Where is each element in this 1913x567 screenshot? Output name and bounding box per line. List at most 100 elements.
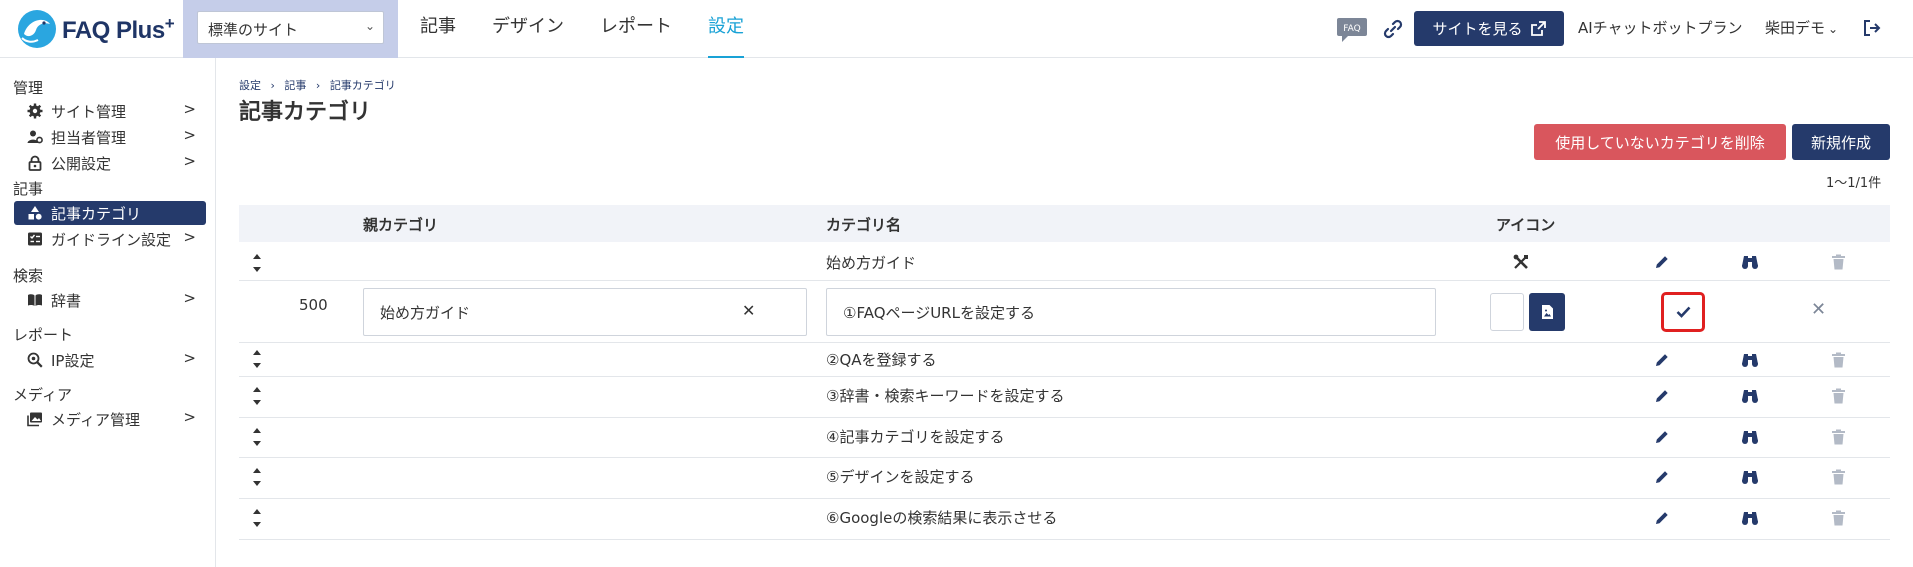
category-name-input[interactable]: ①FAQページURLを設定する <box>826 288 1436 336</box>
gear-icon <box>26 102 44 120</box>
sort-up-icon[interactable] <box>253 387 261 392</box>
trash-icon[interactable] <box>1828 508 1848 528</box>
sort-handle[interactable] <box>253 468 263 486</box>
edit-pencil-icon[interactable] <box>1652 350 1672 370</box>
result-count: 1〜1/1件 <box>1826 176 1882 191</box>
edit-pencil-icon[interactable] <box>1652 252 1672 272</box>
breadcrumb: 設定 › 記事 › 記事カテゴリ <box>239 77 402 93</box>
sort-down-icon[interactable] <box>253 363 261 368</box>
binoculars-icon[interactable] <box>1740 427 1760 447</box>
breadcrumb-separator: › <box>315 79 321 92</box>
sort-down-icon[interactable] <box>253 481 261 486</box>
edit-pencil-icon[interactable] <box>1652 508 1672 528</box>
table-row-editing: 500 始め方ガイド ✕ ①FAQページURLを設定する ✕ <box>239 281 1890 343</box>
order-value: 500 <box>299 296 328 314</box>
page-title: 記事カテゴリ <box>239 100 372 125</box>
sidebar-item-label: ガイドライン設定 <box>51 230 172 249</box>
view-site-button[interactable]: サイトを見る <box>1414 11 1564 46</box>
sort-down-icon[interactable] <box>253 267 261 272</box>
cancel-edit-icon[interactable]: ✕ <box>1811 299 1826 320</box>
binoculars-icon[interactable] <box>1740 252 1760 272</box>
breadcrumb-current: 記事カテゴリ <box>329 79 396 92</box>
faqplus-logo[interactable]: FAQ Plus+ <box>16 6 176 52</box>
checklist-icon <box>26 230 44 248</box>
sidebar-item-publish-settings[interactable]: 公開設定 > <box>14 151 206 175</box>
column-header-icon: アイコン <box>1496 216 1556 234</box>
chevron-right-icon: > <box>183 228 196 246</box>
top-header: FAQ Plus+ 標準のサイト ⌄ 記事 デザイン レポート 設定 FAQ サ… <box>0 0 1913 58</box>
sort-handle[interactable] <box>253 350 263 368</box>
sidebar-item-media-management[interactable]: メディア管理 > <box>14 407 206 431</box>
sort-up-icon[interactable] <box>253 509 261 514</box>
tools-icon <box>1511 252 1531 272</box>
category-name: ④記事カテゴリを設定する <box>826 428 1005 446</box>
chevron-right-icon: > <box>183 408 196 426</box>
category-name: ⑤デザインを設定する <box>826 468 975 486</box>
table-row: ⑥Googleの検索結果に表示させる <box>239 499 1890 540</box>
edit-pencil-icon[interactable] <box>1652 386 1672 406</box>
magnify-gear-icon <box>26 351 44 369</box>
icon-preview <box>1490 293 1524 331</box>
nav-articles[interactable]: 記事 <box>420 0 456 58</box>
sidebar-item-article-category[interactable]: 記事カテゴリ <box>14 201 206 225</box>
sidebar-item-site-management[interactable]: サイト管理 > <box>14 99 206 123</box>
sort-handle[interactable] <box>253 387 263 405</box>
table-row: 始め方ガイド <box>239 242 1890 281</box>
chevron-right-icon: > <box>183 152 196 170</box>
nav-settings[interactable]: 設定 <box>708 0 744 58</box>
sort-handle[interactable] <box>253 509 263 527</box>
trash-icon[interactable] <box>1828 467 1848 487</box>
binoculars-icon[interactable] <box>1740 508 1760 528</box>
images-icon <box>26 410 44 428</box>
trash-icon[interactable] <box>1828 427 1848 447</box>
sidebar-item-label: サイト管理 <box>51 102 127 121</box>
link-icon[interactable] <box>1382 18 1404 40</box>
sidebar-item-label: メディア管理 <box>51 410 140 429</box>
sort-up-icon[interactable] <box>253 468 261 473</box>
sidebar-item-ip-settings[interactable]: IP設定 > <box>14 348 206 372</box>
chevron-down-icon: ⌄ <box>1828 22 1839 36</box>
icon-picker-button[interactable] <box>1529 293 1565 331</box>
edit-pencil-icon[interactable] <box>1652 467 1672 487</box>
user-menu[interactable]: 柴田デモ ⌄ <box>1765 17 1838 38</box>
sidebar-item-label: 辞書 <box>51 291 82 310</box>
breadcrumb-settings[interactable]: 設定 <box>239 79 261 92</box>
nav-report[interactable]: レポート <box>600 0 672 58</box>
trash-icon[interactable] <box>1828 350 1848 370</box>
breadcrumb-articles[interactable]: 記事 <box>284 79 306 92</box>
logout-icon[interactable] <box>1862 18 1882 38</box>
binoculars-icon[interactable] <box>1740 467 1760 487</box>
edit-pencil-icon[interactable] <box>1652 427 1672 447</box>
sort-up-icon[interactable] <box>253 428 261 433</box>
binoculars-icon[interactable] <box>1740 350 1760 370</box>
faq-badge-icon[interactable]: FAQ <box>1336 17 1368 43</box>
binoculars-icon[interactable] <box>1740 386 1760 406</box>
new-category-button[interactable]: 新規作成 <box>1792 124 1890 160</box>
site-select[interactable]: 標準のサイト ⌄ <box>197 11 384 44</box>
sort-handle[interactable] <box>253 254 263 272</box>
confirm-edit-button[interactable] <box>1661 292 1705 332</box>
category-name: ③辞書・検索キーワードを設定する <box>826 387 1065 405</box>
sort-up-icon[interactable] <box>253 254 261 259</box>
sort-down-icon[interactable] <box>253 400 261 405</box>
users-gear-icon <box>26 128 44 146</box>
sidebar-section-manage: 管理 <box>13 79 44 97</box>
parent-category-select[interactable]: 始め方ガイド <box>363 288 807 336</box>
sidebar-item-guideline-settings[interactable]: ガイドライン設定 > <box>14 227 206 251</box>
clear-parent-icon[interactable]: ✕ <box>742 301 755 320</box>
sidebar-item-label: IP設定 <box>51 351 95 370</box>
column-header-name: カテゴリ名 <box>826 216 902 234</box>
sort-handle[interactable] <box>253 428 263 446</box>
nav-design[interactable]: デザイン <box>492 0 564 58</box>
trash-icon[interactable] <box>1828 386 1848 406</box>
sidebar-item-staff-management[interactable]: 担当者管理 > <box>14 125 206 149</box>
dolphin-logo-icon <box>18 10 56 48</box>
chevron-right-icon: > <box>183 289 196 307</box>
book-icon <box>26 291 44 309</box>
delete-unused-categories-button[interactable]: 使用していないカテゴリを削除 <box>1534 124 1786 160</box>
sort-down-icon[interactable] <box>253 522 261 527</box>
trash-icon[interactable] <box>1828 252 1848 272</box>
sort-down-icon[interactable] <box>253 441 261 446</box>
sort-up-icon[interactable] <box>253 350 261 355</box>
sidebar-item-dictionary[interactable]: 辞書 > <box>14 288 206 312</box>
